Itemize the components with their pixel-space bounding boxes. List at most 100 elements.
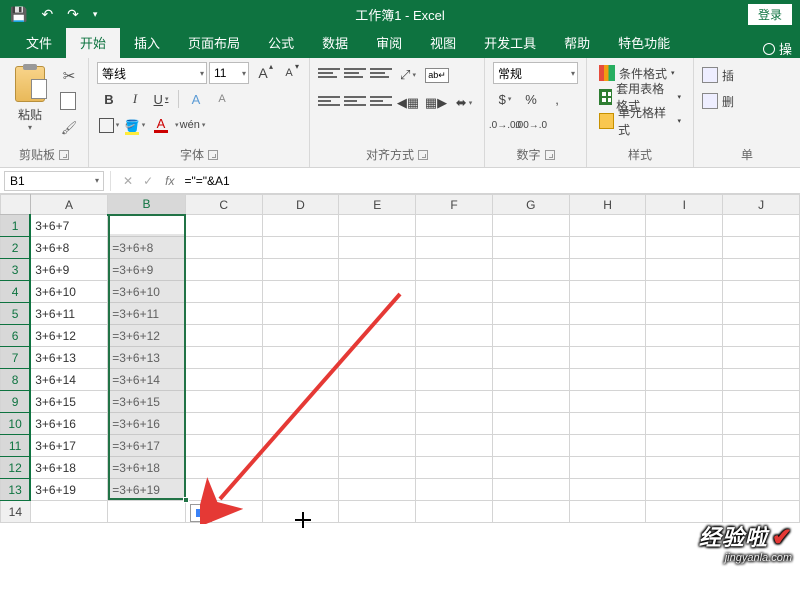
cancel-icon[interactable] <box>123 174 133 188</box>
align-top-button[interactable] <box>318 64 340 82</box>
cell-E12[interactable] <box>339 457 416 479</box>
cell-F6[interactable] <box>416 325 493 347</box>
cell-A1[interactable]: 3+6+7 <box>30 215 108 237</box>
cell-G8[interactable] <box>492 369 569 391</box>
cell-D3[interactable] <box>262 259 339 281</box>
cell-E14[interactable] <box>339 501 416 523</box>
cell-E5[interactable] <box>339 303 416 325</box>
cell-G6[interactable] <box>492 325 569 347</box>
cell-D7[interactable] <box>262 347 339 369</box>
cell-J10[interactable] <box>723 413 800 435</box>
column-header-D[interactable]: D <box>262 195 339 215</box>
cell-A14[interactable] <box>30 501 108 523</box>
cell-G11[interactable] <box>492 435 569 457</box>
login-button[interactable]: 登录 <box>748 4 792 25</box>
tab-view[interactable]: 视图 <box>416 27 470 58</box>
cell-C2[interactable] <box>185 237 262 259</box>
row-header-7[interactable]: 7 <box>1 347 31 369</box>
increase-font-button[interactable] <box>251 62 275 84</box>
cell-G2[interactable] <box>492 237 569 259</box>
cell-D10[interactable] <box>262 413 339 435</box>
cell-J1[interactable] <box>723 215 800 237</box>
cell-A5[interactable]: 3+6+11 <box>30 303 108 325</box>
cell-H10[interactable] <box>569 413 646 435</box>
cell-H7[interactable] <box>569 347 646 369</box>
cell-J12[interactable] <box>723 457 800 479</box>
cell-E2[interactable] <box>339 237 416 259</box>
column-header-B[interactable]: B <box>108 195 186 215</box>
row-header-11[interactable]: 11 <box>1 435 31 457</box>
cell-A10[interactable]: 3+6+16 <box>30 413 108 435</box>
cell-H14[interactable] <box>569 501 646 523</box>
cell-C5[interactable] <box>185 303 262 325</box>
cell-I11[interactable] <box>646 435 723 457</box>
column-header-H[interactable]: H <box>569 195 646 215</box>
cell-F5[interactable] <box>416 303 493 325</box>
cell-I12[interactable] <box>646 457 723 479</box>
tab-home[interactable]: 开始 <box>66 27 120 58</box>
cell-J2[interactable] <box>723 237 800 259</box>
number-launcher[interactable] <box>545 150 555 160</box>
tab-file[interactable]: 文件 <box>12 27 66 58</box>
cell-B12[interactable]: =3+6+18 <box>108 457 186 479</box>
cell-I13[interactable] <box>646 479 723 501</box>
tab-help[interactable]: 帮助 <box>550 27 604 58</box>
align-right-button[interactable] <box>370 92 392 110</box>
cell-J13[interactable] <box>723 479 800 501</box>
cell-styles-button[interactable]: 单元格样式▾ <box>595 110 685 132</box>
cell-A2[interactable]: 3+6+8 <box>30 237 108 259</box>
cell-E11[interactable] <box>339 435 416 457</box>
cell-I7[interactable] <box>646 347 723 369</box>
cell-E9[interactable] <box>339 391 416 413</box>
cell-B8[interactable]: =3+6+14 <box>108 369 186 391</box>
copy-button[interactable] <box>58 92 80 112</box>
cell-D6[interactable] <box>262 325 339 347</box>
increase-indent-button[interactable]: ▦▶ <box>424 92 448 114</box>
fx-button[interactable]: fx <box>159 174 180 188</box>
orientation-button[interactable]: ⤢▾ <box>396 64 420 86</box>
cell-D4[interactable] <box>262 281 339 303</box>
cell-E1[interactable] <box>339 215 416 237</box>
qat-customize-icon[interactable]: ▾ <box>93 9 98 20</box>
column-header-A[interactable]: A <box>30 195 108 215</box>
cell-B1[interactable]: =3+6+7 <box>108 215 186 237</box>
delete-cells-button[interactable]: 删 <box>702 90 792 112</box>
cell-E13[interactable] <box>339 479 416 501</box>
cell-I4[interactable] <box>646 281 723 303</box>
cell-E6[interactable] <box>339 325 416 347</box>
cell-E7[interactable] <box>339 347 416 369</box>
column-header-G[interactable]: G <box>492 195 569 215</box>
merge-button[interactable]: ⬌▾ <box>452 92 476 114</box>
cell-J3[interactable] <box>723 259 800 281</box>
tell-me[interactable]: 操 <box>763 39 800 58</box>
cell-E3[interactable] <box>339 259 416 281</box>
tab-formulas[interactable]: 公式 <box>254 27 308 58</box>
cell-C4[interactable] <box>185 281 262 303</box>
cell-C12[interactable] <box>185 457 262 479</box>
font-name-combo[interactable]: 等线▾ <box>97 62 207 84</box>
cell-B4[interactable]: =3+6+10 <box>108 281 186 303</box>
cell-J7[interactable] <box>723 347 800 369</box>
tab-review[interactable]: 审阅 <box>362 27 416 58</box>
cell-I6[interactable] <box>646 325 723 347</box>
cell-C6[interactable] <box>185 325 262 347</box>
decrease-font-button[interactable] <box>277 62 301 84</box>
cell-J6[interactable] <box>723 325 800 347</box>
cell-H13[interactable] <box>569 479 646 501</box>
cell-F9[interactable] <box>416 391 493 413</box>
cell-D12[interactable] <box>262 457 339 479</box>
fill-handle[interactable] <box>183 497 189 503</box>
cell-D1[interactable] <box>262 215 339 237</box>
cell-I9[interactable] <box>646 391 723 413</box>
cell-D8[interactable] <box>262 369 339 391</box>
cell-J9[interactable] <box>723 391 800 413</box>
cell-B13[interactable]: =3+6+19 <box>108 479 186 501</box>
cell-G14[interactable] <box>492 501 569 523</box>
cell-A3[interactable]: 3+6+9 <box>30 259 108 281</box>
align-middle-button[interactable] <box>344 64 366 82</box>
format-painter-button[interactable] <box>58 118 80 138</box>
align-left-button[interactable] <box>318 92 340 110</box>
cell-G4[interactable] <box>492 281 569 303</box>
number-format-combo[interactable]: 常规▾ <box>493 62 578 84</box>
cell-C3[interactable] <box>185 259 262 281</box>
